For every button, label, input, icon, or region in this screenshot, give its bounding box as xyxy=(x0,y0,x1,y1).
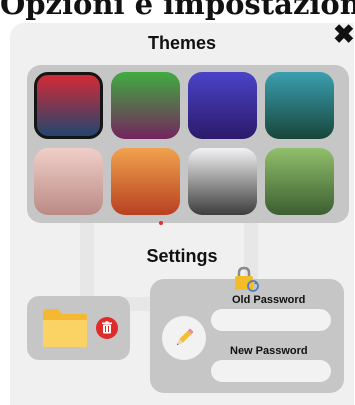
theme-grid xyxy=(27,65,349,223)
theme-swatch-olive[interactable] xyxy=(265,148,334,215)
edit-password-button[interactable] xyxy=(162,316,206,360)
old-password-field[interactable] xyxy=(211,309,331,331)
new-password-field[interactable] xyxy=(211,360,331,382)
theme-swatch-indigo[interactable] xyxy=(188,72,257,139)
old-password-label: Old Password xyxy=(232,294,306,306)
options-panel: Themes ✖ Settings Old Password New Passw… xyxy=(10,19,355,405)
theme-swatch-red-navy[interactable] xyxy=(34,72,103,139)
folder-icon[interactable] xyxy=(41,307,89,349)
close-button[interactable]: ✖ xyxy=(333,19,355,49)
trash-icon[interactable] xyxy=(95,316,119,340)
close-icon: ✖ xyxy=(333,19,355,49)
theme-swatch-orange[interactable] xyxy=(111,148,180,215)
theme-swatch-rose[interactable] xyxy=(34,148,103,215)
theme-swatch-green-magenta[interactable] xyxy=(111,72,180,139)
window-heading: Opzioni e impostazioni (p xyxy=(0,0,355,21)
themes-title: Themes xyxy=(147,33,217,53)
password-box: Old Password New Password xyxy=(150,266,344,393)
new-password-label: New Password xyxy=(230,345,308,357)
page-indicator-dot xyxy=(159,221,163,225)
lock-refresh-icon xyxy=(235,266,259,292)
settings-title: Settings xyxy=(146,246,218,266)
pencil-icon xyxy=(176,328,194,346)
theme-swatch-gray[interactable] xyxy=(188,148,257,215)
theme-swatch-teal[interactable] xyxy=(265,72,334,139)
files-box xyxy=(27,296,130,360)
